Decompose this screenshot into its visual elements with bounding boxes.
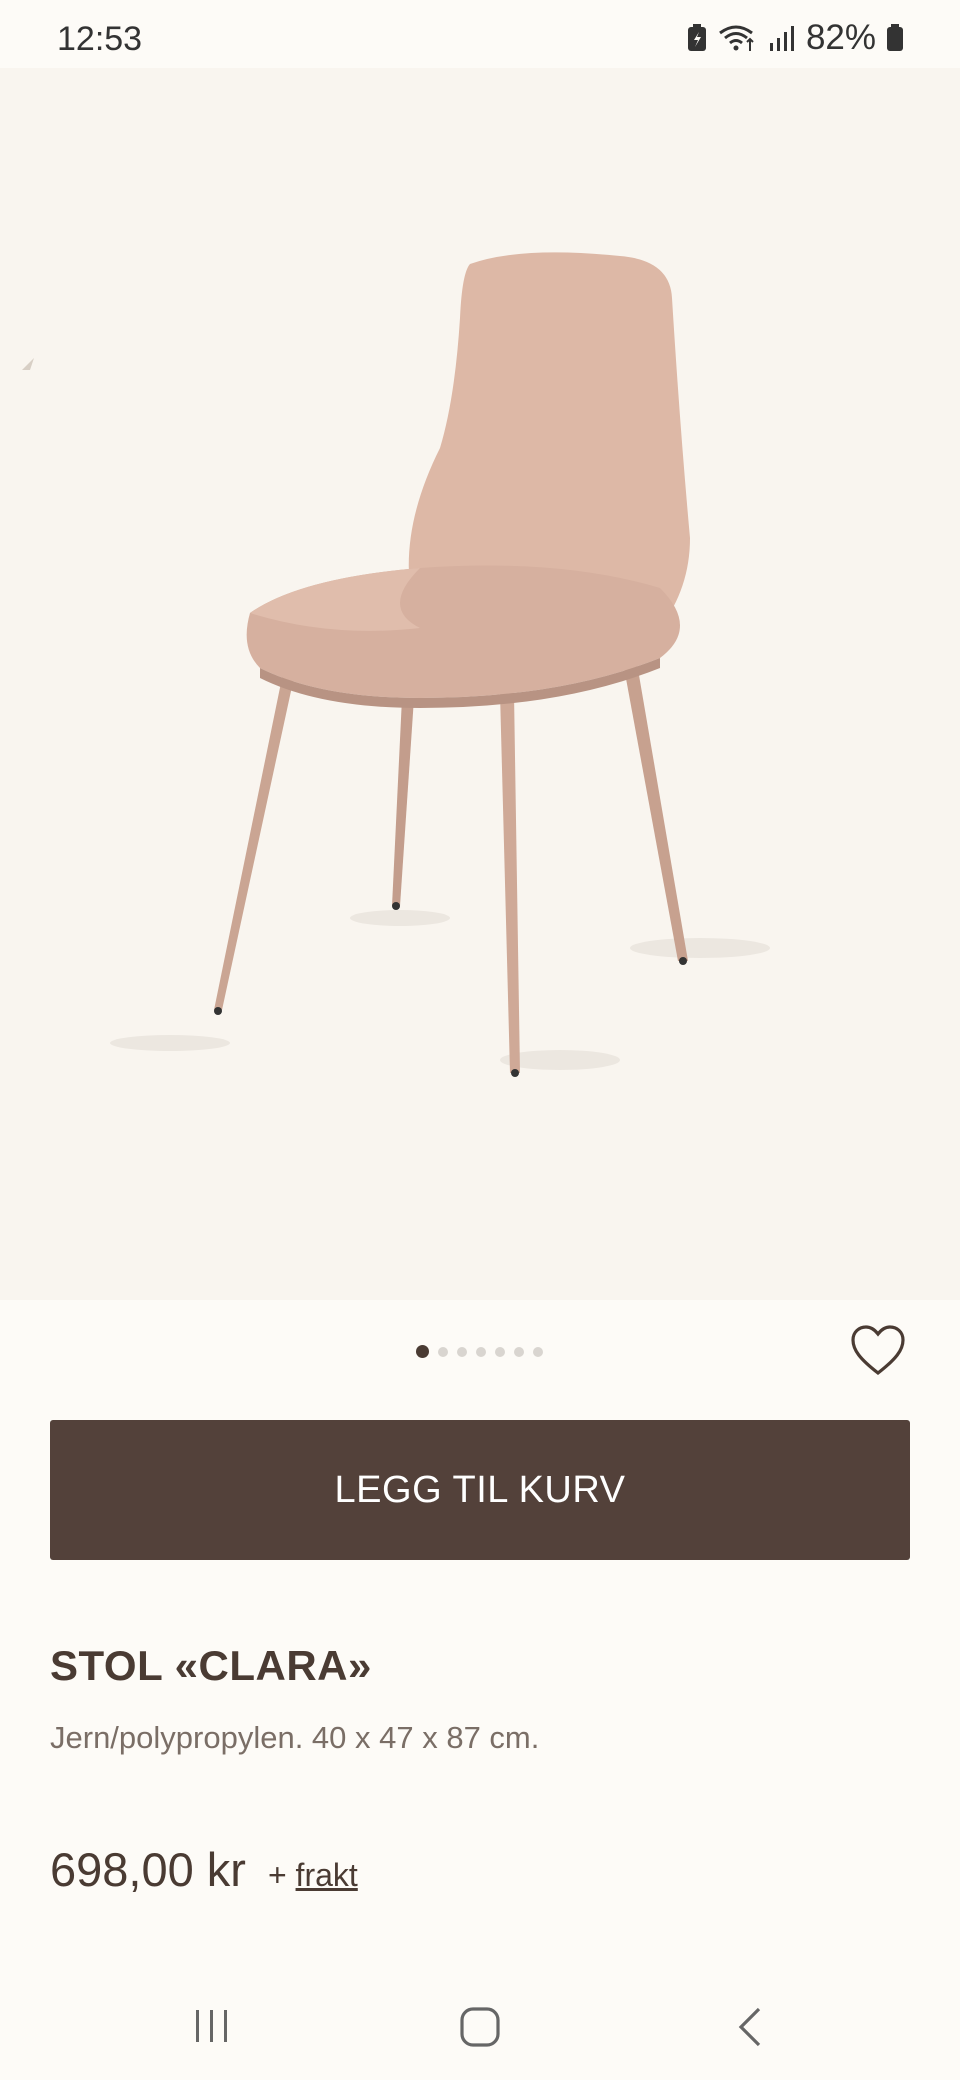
carousel-dots[interactable] xyxy=(416,1345,543,1358)
product-price: 698,00 kr xyxy=(50,1843,246,1896)
battery-icon xyxy=(887,24,903,51)
carousel-dot[interactable] xyxy=(457,1346,467,1357)
status-time: 12:53 xyxy=(57,20,143,58)
back-icon[interactable] xyxy=(735,2006,765,2048)
carousel-dot[interactable] xyxy=(438,1346,448,1357)
status-icons: 82% xyxy=(686,18,904,58)
carousel-dot[interactable] xyxy=(495,1346,505,1357)
product-title: STOL «CLARA» xyxy=(50,1642,372,1689)
battery-saver-icon xyxy=(687,24,706,51)
status-bar: 12:53 82% xyxy=(0,0,960,68)
signal-icon xyxy=(769,26,794,51)
shipping-prefix: + xyxy=(267,1857,287,1893)
price-row: 698,00 kr + frakt xyxy=(50,1842,358,1897)
shipping-info: + frakt xyxy=(268,1857,358,1894)
home-icon[interactable] xyxy=(459,2006,501,2048)
product-image[interactable] xyxy=(0,68,960,1300)
recent-apps-icon[interactable] xyxy=(192,2006,232,2046)
system-nav-bar xyxy=(0,1970,960,2080)
add-to-cart-button[interactable]: LEGG TIL KURV xyxy=(50,1420,910,1560)
carousel-dot[interactable] xyxy=(416,1345,429,1358)
carousel-dot[interactable] xyxy=(514,1346,524,1357)
battery-percent: 82% xyxy=(805,18,876,57)
favorite-heart-icon[interactable] xyxy=(850,1325,906,1377)
carousel-dot[interactable] xyxy=(533,1346,543,1357)
carousel-dot[interactable] xyxy=(476,1346,486,1357)
wifi-icon xyxy=(719,25,754,51)
chair-image xyxy=(22,252,770,1077)
shipping-link[interactable]: frakt xyxy=(296,1857,358,1893)
product-description: Jern/polypropylen. 40 x 47 x 87 cm. xyxy=(50,1720,540,1755)
